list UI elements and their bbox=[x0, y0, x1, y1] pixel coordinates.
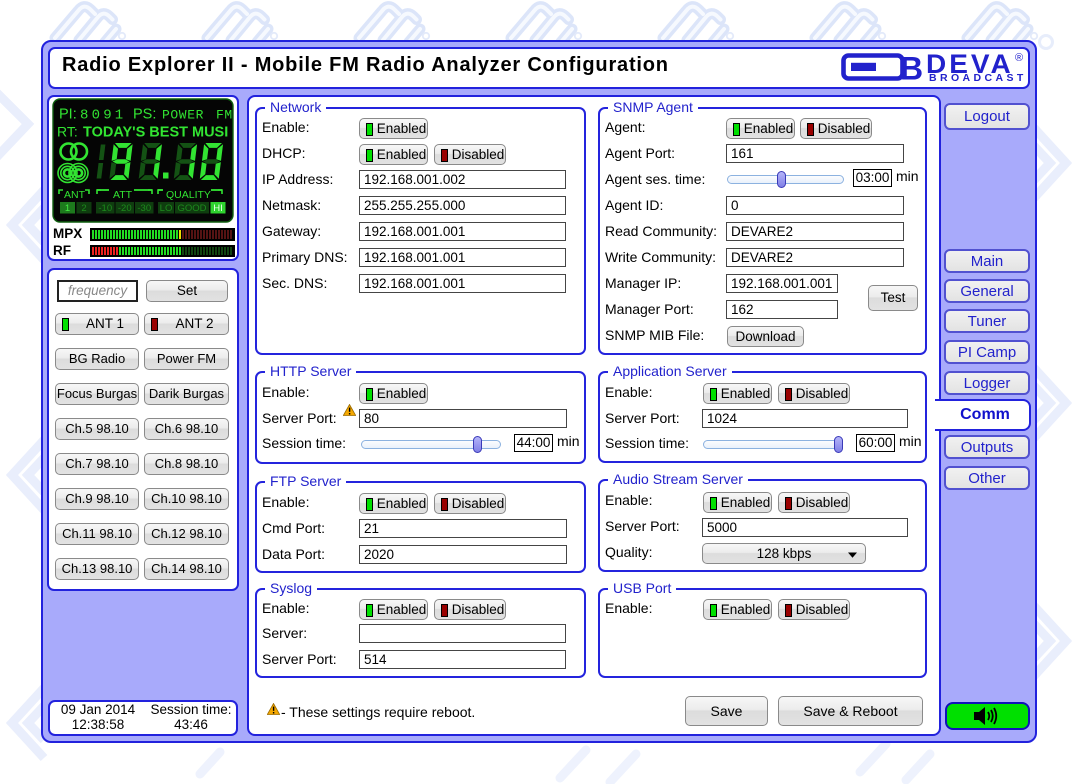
svg-text:2: 2 bbox=[81, 203, 86, 214]
svg-text:HI: HI bbox=[213, 203, 223, 214]
svg-text:ATT: ATT bbox=[113, 189, 133, 201]
svg-text:-30: -30 bbox=[137, 203, 151, 214]
svg-text:8091: 8091 bbox=[80, 108, 126, 124]
svg-text:PI:: PI: bbox=[59, 107, 77, 123]
svg-text:LO: LO bbox=[160, 203, 173, 214]
svg-text:1: 1 bbox=[65, 203, 70, 214]
svg-text:MPX: MPX bbox=[53, 226, 82, 241]
svg-text:POWER: POWER bbox=[162, 108, 204, 123]
svg-text:GOOD: GOOD bbox=[177, 203, 206, 214]
svg-text:-20: -20 bbox=[118, 203, 132, 214]
svg-text:-10: -10 bbox=[98, 203, 112, 214]
svg-text:RT:: RT: bbox=[57, 124, 78, 140]
svg-text:B: B bbox=[900, 53, 923, 83]
svg-text:FM: FM bbox=[216, 108, 233, 123]
svg-text:QUALITY: QUALITY bbox=[166, 189, 211, 201]
svg-text:TODAY'S BEST MUSI: TODAY'S BEST MUSI bbox=[83, 125, 228, 141]
svg-text:PS:: PS: bbox=[133, 107, 156, 123]
svg-text:RF: RF bbox=[53, 243, 71, 258]
svg-text:ANT: ANT bbox=[64, 189, 86, 201]
